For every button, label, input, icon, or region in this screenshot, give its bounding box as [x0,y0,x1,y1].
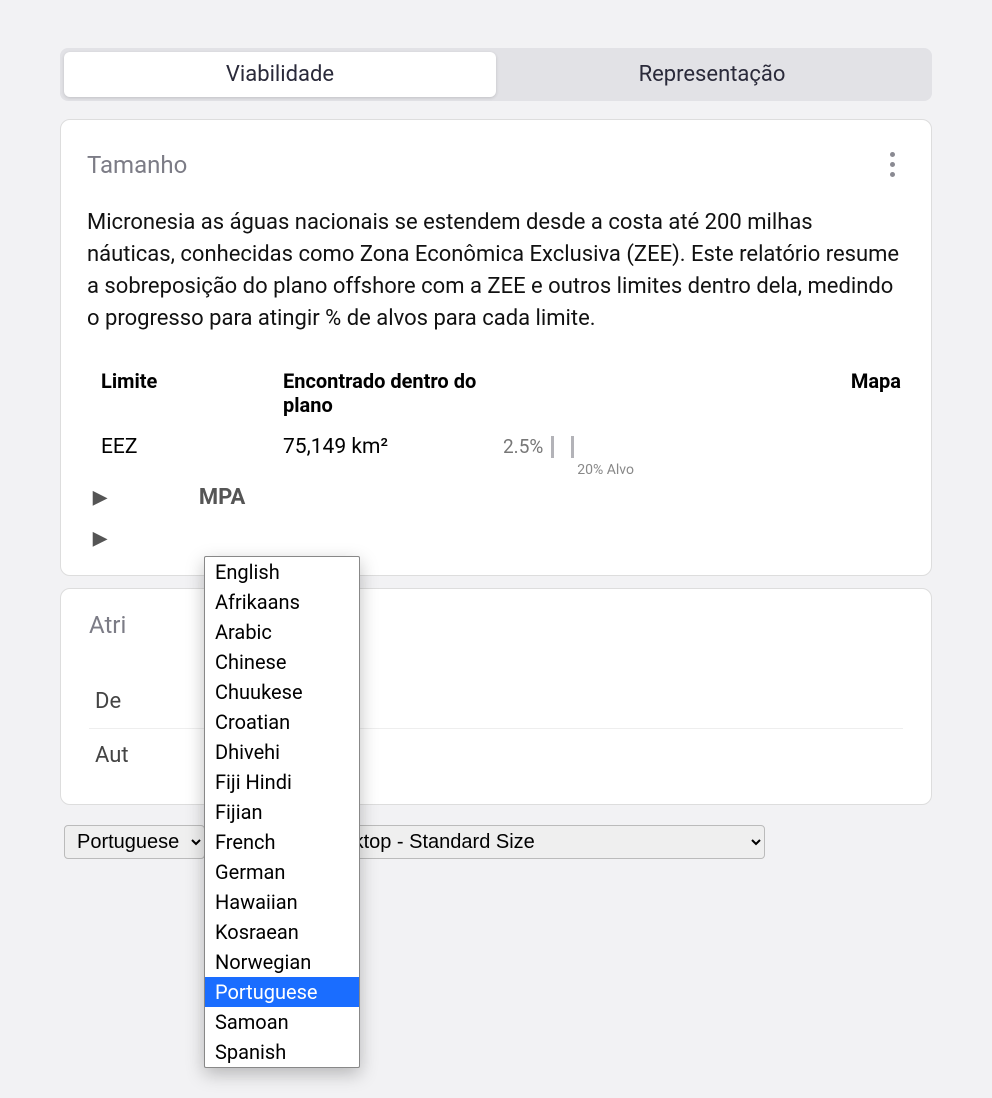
row-boundary: EEZ [87,435,283,459]
language-select[interactable]: Portuguese [64,825,205,859]
language-option[interactable]: Chuukese [205,677,359,707]
layout-select[interactable]: Desktop - Standard Size [305,825,765,859]
title-area [60,0,932,20]
tabs: Viabilidade Representação [60,48,932,101]
language-option[interactable]: Croatian [205,707,359,737]
language-option[interactable]: Dhivehi [205,737,359,767]
language-option[interactable]: Chinese [205,647,359,677]
language-dropdown-popup: EnglishAfrikaansArabicChineseChuukeseCro… [204,556,360,1068]
size-card-title: Tamanho [87,151,187,179]
progress-indicator: 2.5% 20% Alvo [503,435,825,458]
language-option[interactable]: German [205,857,359,887]
language-option[interactable]: Fiji Hindi [205,767,359,797]
size-card: Tamanho Micronesia as águas nacionais se… [60,119,932,576]
expand-row-2[interactable]: ▶ [93,528,905,549]
card-more-icon[interactable] [880,146,905,183]
progress-percent: 2.5% [503,435,543,458]
language-option[interactable]: Arabic [205,617,359,647]
col-header-map: Mapa [825,369,905,417]
language-option[interactable]: Spanish [205,1037,359,1067]
table-header: Limite Encontrado dentro do plano Mapa [87,369,905,417]
language-option[interactable]: Afrikaans [205,587,359,617]
row-found: 75,149 km² [283,435,503,459]
size-card-description: Micronesia as águas nacionais se estende… [87,207,905,335]
language-option[interactable]: Norwegian [205,947,359,977]
language-option[interactable]: English [205,557,359,587]
language-option[interactable]: Kosraean [205,917,359,947]
bottom-toolbar: Portuguese Desktop - Standard Size [60,825,932,859]
expand-label: MPA [199,485,245,510]
language-option[interactable]: Portuguese [205,977,359,1007]
language-option[interactable]: French [205,827,359,857]
table-row: EEZ 75,149 km² 2.5% 20% Alvo [87,435,905,459]
col-header-boundary: Limite [87,369,283,417]
chevron-right-icon: ▶ [93,487,107,508]
attributes-card: Atri De Aut [60,588,932,805]
tab-representation[interactable]: Representação [496,52,928,97]
col-header-found: Encontrado dentro do plano [283,369,503,417]
chevron-right-icon: ▶ [93,528,107,549]
target-label: 20% Alvo [577,462,634,478]
language-option[interactable]: Fijian [205,797,359,827]
expand-row-mpa[interactable]: ▶ MPA [93,485,905,510]
language-option[interactable]: Samoan [205,1007,359,1037]
language-option[interactable]: Hawaiian [205,887,359,917]
tab-viability[interactable]: Viabilidade [64,52,496,97]
